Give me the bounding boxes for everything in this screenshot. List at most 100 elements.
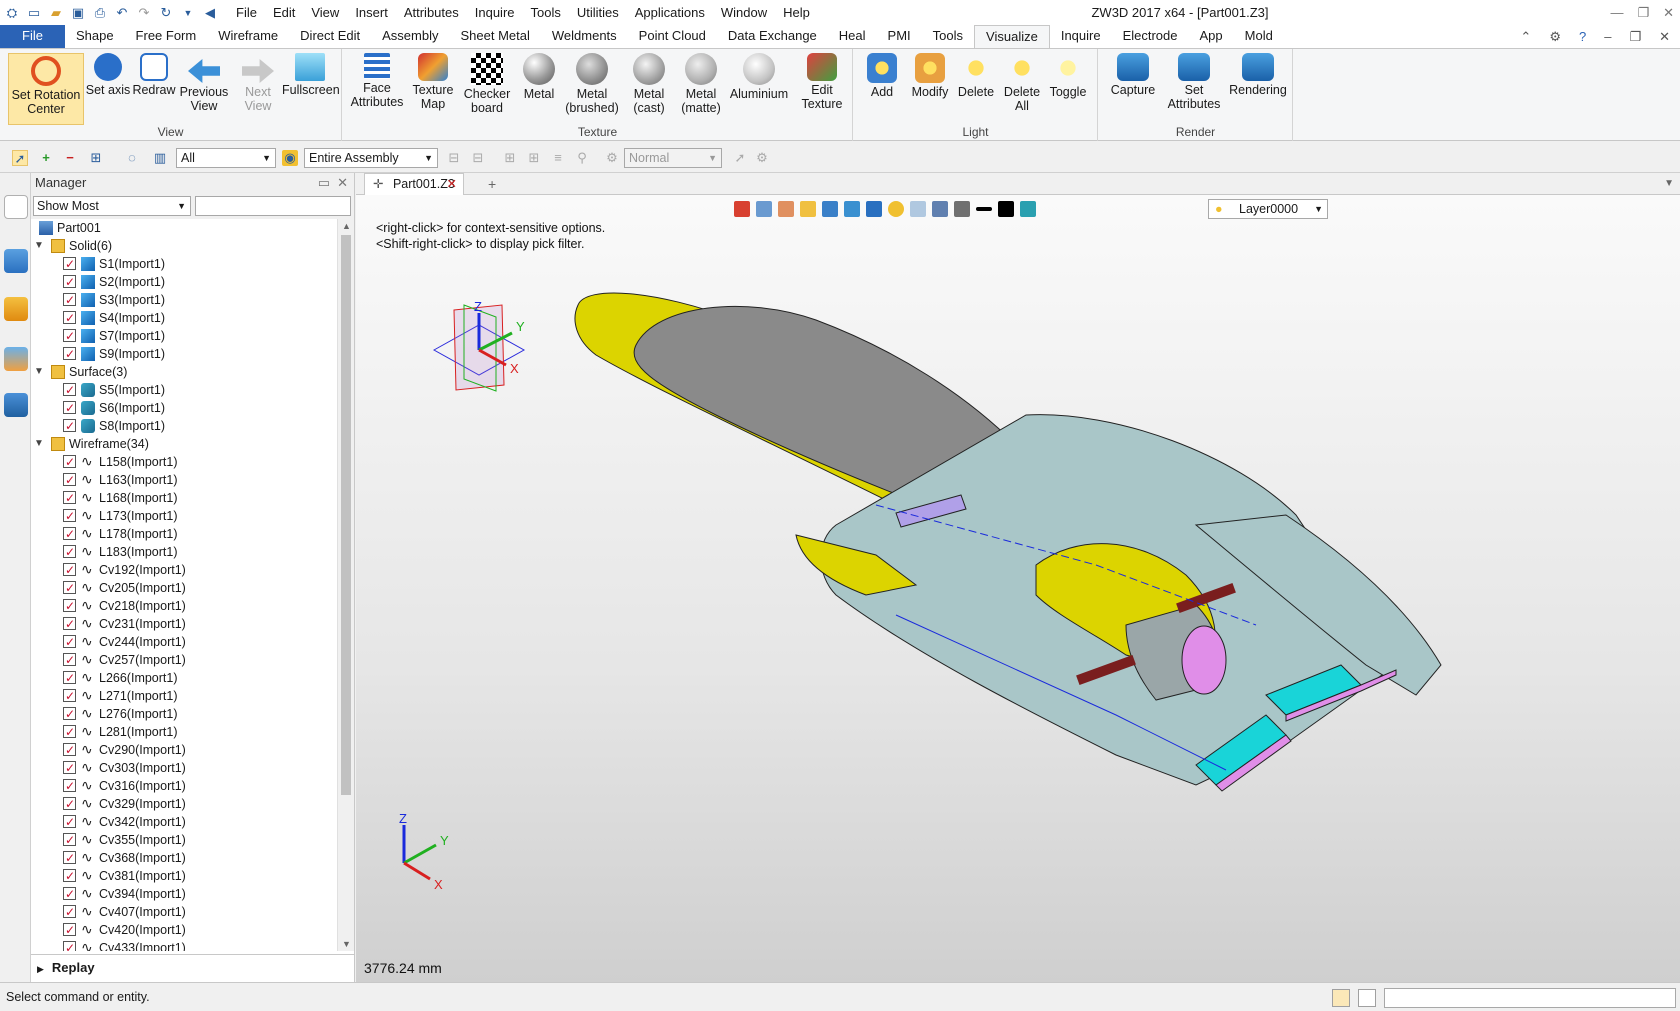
tree-item-row[interactable]: S4(Import1) (31, 309, 337, 327)
set-rotation-center-button[interactable]: Set Rotation Center (8, 53, 84, 125)
replay-section[interactable]: ▶ Replay (31, 954, 354, 982)
tab-point-cloud[interactable]: Point Cloud (628, 25, 717, 48)
dropdown-arrow-icon[interactable]: ▼ (180, 5, 196, 21)
settings-icon[interactable]: ⚙ (754, 150, 770, 166)
tree-item-row[interactable]: ∿ Cv433(Import1) (31, 939, 337, 951)
rendering-button[interactable]: Rendering (1227, 53, 1289, 97)
redraw-button[interactable]: Redraw (128, 53, 180, 97)
scroll-down-icon[interactable]: ▼ (338, 939, 355, 949)
back-arrow-icon[interactable]: ◀ (202, 5, 218, 21)
open-folder-icon[interactable]: ▰ (48, 5, 64, 21)
tree-item-row[interactable]: ∿ Cv420(Import1) (31, 921, 337, 939)
undo-icon[interactable]: ↶ (114, 5, 130, 21)
show-mode-select[interactable]: Show Most ▼ (33, 196, 191, 216)
tree-item-row[interactable]: ∿ Cv381(Import1) (31, 867, 337, 885)
visibility-checkbox[interactable] (63, 273, 76, 291)
menu-tools[interactable]: Tools (523, 0, 569, 25)
tab-sheet-metal[interactable]: Sheet Metal (450, 25, 541, 48)
tree-item-row[interactable]: ∿ L158(Import1) (31, 453, 337, 471)
tab-tools[interactable]: Tools (922, 25, 974, 48)
visibility-checkbox[interactable] (63, 921, 76, 939)
tab-pmi[interactable]: PMI (877, 25, 922, 48)
visibility-checkbox[interactable] (63, 705, 76, 723)
status-mode-icon[interactable] (1332, 989, 1350, 1007)
tab-shape[interactable]: Shape (65, 25, 125, 48)
visibility-checkbox[interactable] (63, 813, 76, 831)
tab-inquire[interactable]: Inquire (1050, 25, 1112, 48)
visibility-checkbox[interactable] (63, 759, 76, 777)
filter-icon[interactable]: ▥ (152, 150, 168, 166)
tab-direct-edit[interactable]: Direct Edit (289, 25, 371, 48)
plus-icon[interactable]: + (38, 150, 54, 166)
visibility-checkbox[interactable] (63, 525, 76, 543)
visibility-checkbox[interactable] (63, 345, 76, 363)
visibility-checkbox[interactable] (63, 489, 76, 507)
menu-file[interactable]: File (228, 0, 265, 25)
collapse-arrow-icon[interactable]: ▼ (33, 435, 45, 453)
status-list-icon[interactable] (1358, 989, 1376, 1007)
tree-item-row[interactable]: ∿ Cv407(Import1) (31, 903, 337, 921)
visibility-checkbox[interactable] (63, 633, 76, 651)
visibility-checkbox[interactable] (63, 615, 76, 633)
tree-item-row[interactable]: S6(Import1) (31, 399, 337, 417)
visibility-checkbox[interactable] (63, 777, 76, 795)
set-axis-button[interactable]: Set axis (82, 53, 134, 97)
visibility-checkbox[interactable] (63, 795, 76, 813)
mode-icon[interactable]: ⚙ (604, 150, 620, 166)
toggle-light-button[interactable]: Toggle (1042, 53, 1094, 99)
tree-item-row[interactable]: ∿ Cv205(Import1) (31, 579, 337, 597)
edit-texture-button[interactable]: Edit Texture (795, 53, 849, 111)
menu-attributes[interactable]: Attributes (396, 0, 467, 25)
tab-mold[interactable]: Mold (1234, 25, 1284, 48)
new-tab-icon[interactable]: + (488, 173, 496, 195)
menu-applications[interactable]: Applications (627, 0, 713, 25)
texture-map-button[interactable]: Texture Map (407, 53, 459, 111)
scroll-up-icon[interactable]: ▲ (338, 221, 355, 231)
tree-folder-row[interactable]: ▼ Wireframe(34) (31, 435, 337, 453)
visibility-checkbox[interactable] (63, 255, 76, 273)
collapse-arrow-icon[interactable]: ▼ (33, 237, 45, 255)
tree-item-row[interactable]: S1(Import1) (31, 255, 337, 273)
visibility-checkbox[interactable] (63, 543, 76, 561)
visibility-checkbox[interactable] (63, 399, 76, 417)
manager-search-input[interactable] (195, 196, 351, 216)
minus-icon[interactable]: − (62, 150, 78, 166)
menu-window[interactable]: Window (713, 0, 775, 25)
tree-item-row[interactable]: ∿ L276(Import1) (31, 705, 337, 723)
collapse-arrow-icon[interactable]: ▼ (33, 363, 45, 381)
tree-item-row[interactable]: ∿ L271(Import1) (31, 687, 337, 705)
assembly-tree-icon[interactable] (4, 249, 28, 273)
tree-item-row[interactable]: ∿ Cv244(Import1) (31, 633, 337, 651)
help-icon[interactable]: ? (1579, 25, 1586, 48)
menu-inquire[interactable]: Inquire (467, 0, 523, 25)
pick-arrow-icon[interactable]: ➚ (12, 150, 28, 166)
visibility-checkbox[interactable] (63, 903, 76, 921)
aluminium-button[interactable]: Aluminium (727, 53, 791, 101)
view-manager-icon[interactable] (4, 347, 28, 371)
tree-item-row[interactable]: S2(Import1) (31, 273, 337, 291)
tab-wireframe[interactable]: Wireframe (207, 25, 289, 48)
tree-item-row[interactable]: S8(Import1) (31, 417, 337, 435)
tree-item-row[interactable]: ∿ Cv342(Import1) (31, 813, 337, 831)
list-icon[interactable]: ≡ (550, 150, 566, 166)
tab-weldments[interactable]: Weldments (541, 25, 628, 48)
visibility-checkbox[interactable] (63, 687, 76, 705)
lasso-icon[interactable]: ◌ (124, 150, 140, 166)
history-manager-icon[interactable] (4, 195, 28, 219)
visibility-checkbox[interactable] (63, 381, 76, 399)
capture-button[interactable]: Capture (1105, 53, 1161, 97)
tab-app[interactable]: App (1189, 25, 1234, 48)
tree-item-row[interactable]: ∿ Cv192(Import1) (31, 561, 337, 579)
tab-heal[interactable]: Heal (828, 25, 877, 48)
save-icon[interactable]: ▣ (70, 5, 86, 21)
visibility-checkbox[interactable] (63, 507, 76, 525)
tree-item-row[interactable]: ∿ Cv218(Import1) (31, 597, 337, 615)
command-input[interactable] (1384, 988, 1676, 1008)
scope-select[interactable]: Entire Assembly ▼ (304, 148, 438, 168)
metal-button[interactable]: Metal (513, 53, 565, 101)
delete-light-button[interactable]: Delete (950, 53, 1002, 99)
visibility-checkbox[interactable] (63, 561, 76, 579)
metal-cast-button[interactable]: Metal (cast) (623, 53, 675, 115)
vehicle-model[interactable] (356, 195, 1680, 982)
tree-item-row[interactable]: ∿ L168(Import1) (31, 489, 337, 507)
